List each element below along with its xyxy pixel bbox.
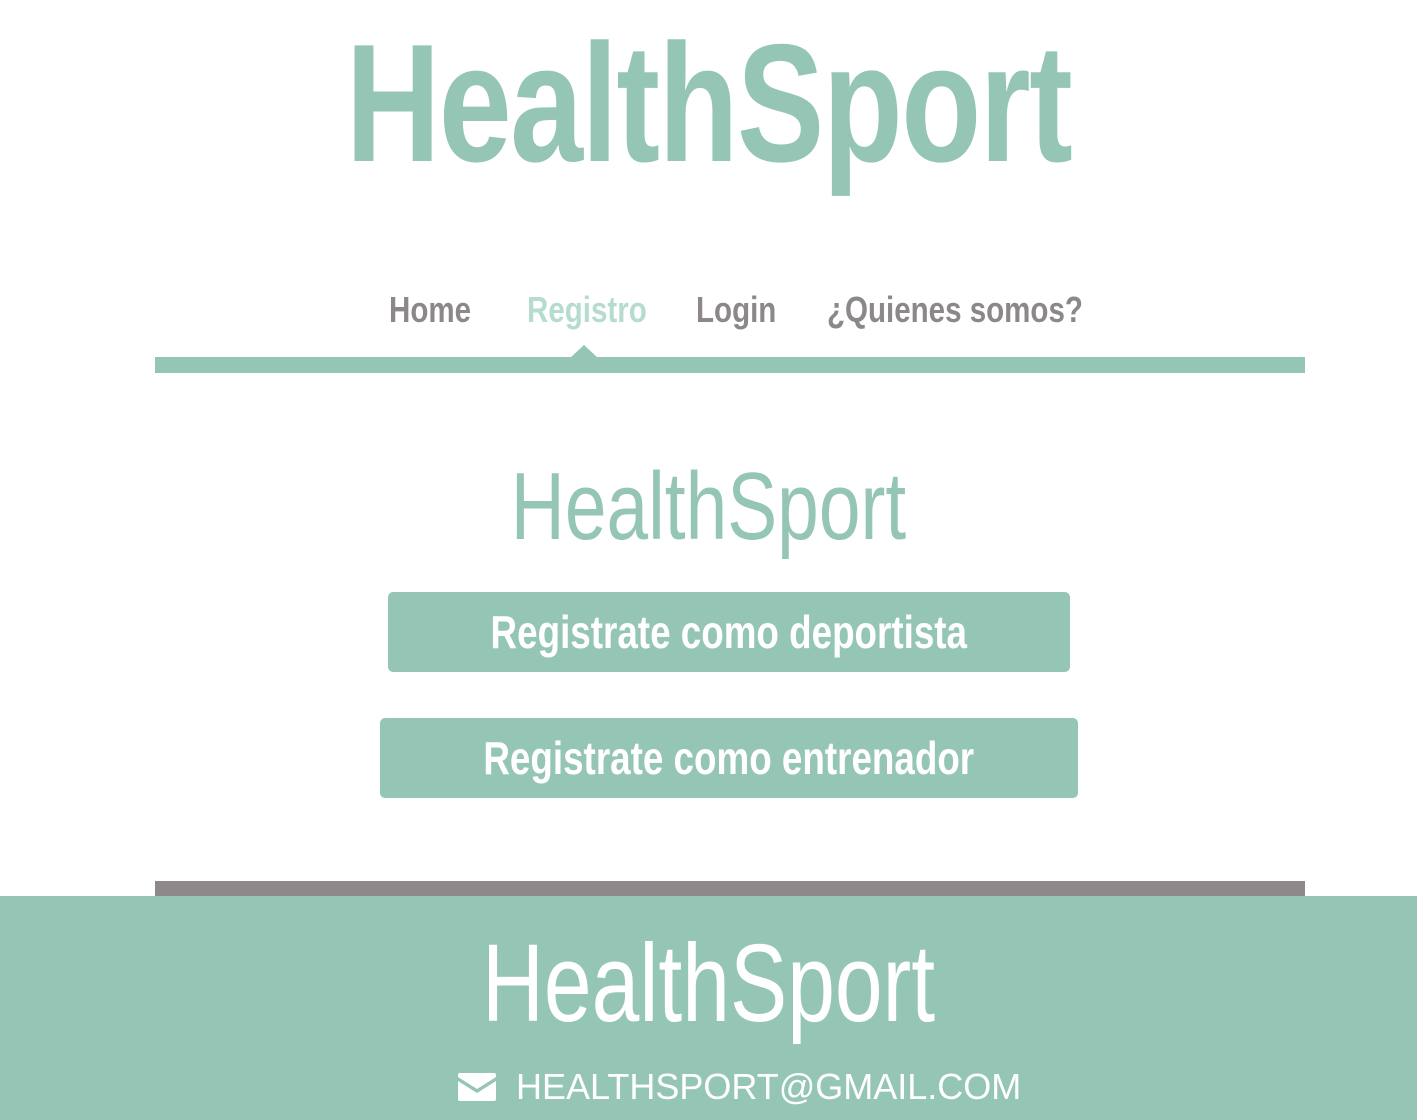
- footer-email-text: HEALTHSPORT@GMAIL.COM: [516, 1066, 1022, 1107]
- nav-item-login[interactable]: Login: [696, 286, 776, 334]
- footer-divider: [155, 881, 1305, 897]
- nav-divider: [155, 357, 1305, 373]
- envelope-icon: [458, 1073, 496, 1101]
- register-athlete-button[interactable]: Registrate como deportista: [388, 592, 1070, 672]
- register-trainer-button[interactable]: Registrate como entrenador: [380, 718, 1078, 798]
- footer-logo: HealthSport: [481, 922, 936, 1045]
- page: HealthSport Home Registro Login ¿Quienes…: [0, 0, 1417, 1120]
- nav-item-registro[interactable]: Registro: [527, 286, 647, 334]
- register-athlete-label: Registrate como deportista: [490, 606, 968, 658]
- nav-item-home[interactable]: Home: [389, 286, 471, 334]
- page-title: HealthSport: [510, 453, 907, 560]
- main-nav: Home Registro Login ¿Quienes somos?: [0, 286, 1417, 334]
- site-logo[interactable]: HealthSport: [156, 8, 1261, 198]
- register-trainer-label: Registrate como entrenador: [483, 732, 975, 784]
- footer-email-link[interactable]: HEALTHSPORT@GMAIL.COM: [458, 1062, 1021, 1112]
- footer: HealthSport HEALTHSPORT@GMAIL.COM: [0, 896, 1417, 1120]
- nav-item-quienes-somos[interactable]: ¿Quienes somos?: [827, 286, 1083, 334]
